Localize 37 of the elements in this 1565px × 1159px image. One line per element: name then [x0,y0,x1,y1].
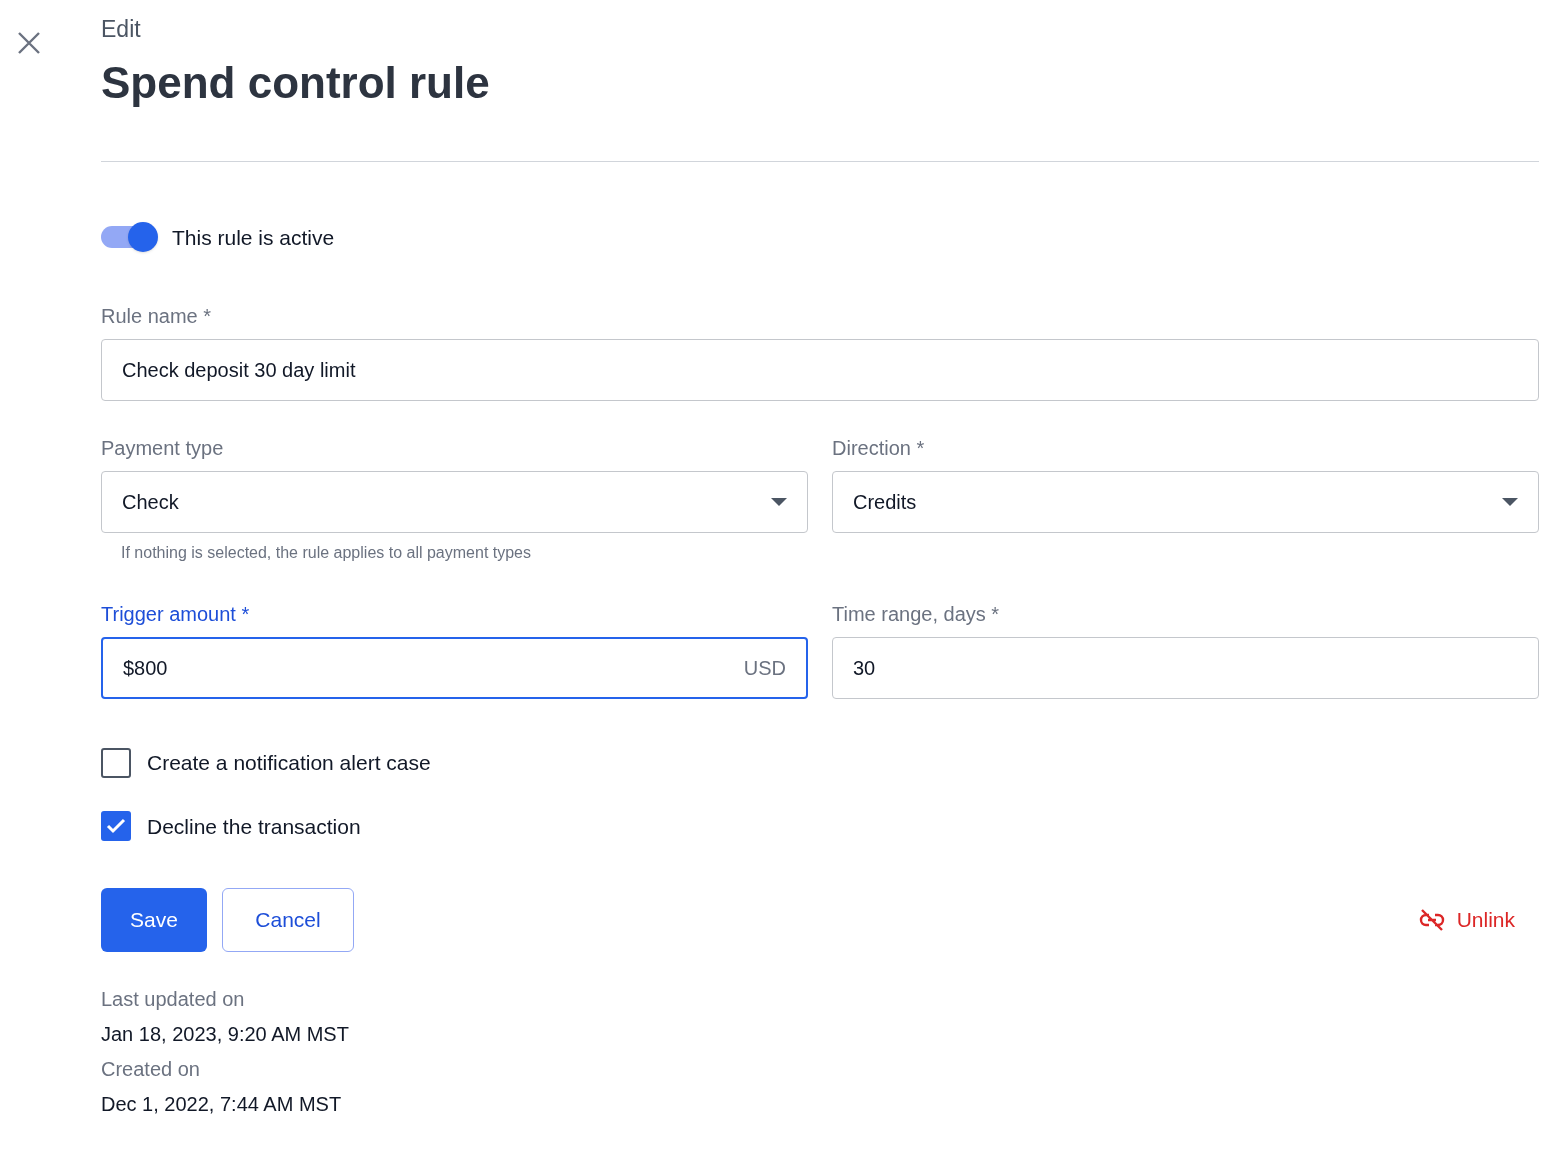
field-value: 30 [853,656,877,681]
input-field[interactable]: Check deposit 30 day limit [101,339,1539,401]
caret-icon [771,498,787,506]
meta-value: Dec 1, 2022, 7:44 AM MST [101,1092,343,1117]
field-label: Direction * [832,436,926,461]
dropdown-field[interactable]: Check [101,471,808,533]
checkbox[interactable] [101,811,131,842]
save-button[interactable]: Save [101,888,207,952]
field-label: Payment type [101,436,225,461]
field-label: Rule name * [101,304,213,329]
field-value: $800 [123,656,169,681]
selected-value: Check [122,490,180,515]
field-label: Trigger amount * [101,602,251,627]
meta-label: Last updated on [101,987,246,1012]
checkbox[interactable] [101,747,131,778]
dropdown-field[interactable]: Credits [832,471,1539,533]
checkbox-label: Create a notification alert case [147,750,431,776]
field-value: Check deposit 30 day limit [122,358,357,383]
cancel-button[interactable]: Cancel [222,888,354,952]
unlink-button[interactable]: Unlink [1418,904,1515,936]
input-field[interactable]: $800 USD [101,637,808,699]
currency-suffix: USD [743,656,786,681]
page-title: Spend control rule [101,56,491,109]
toggle-label: This rule is active [172,224,335,251]
helper-text: If nothing is selected, the rule applies to all payment types [121,543,532,563]
selected-value: Credits [853,490,918,515]
toggle-switch[interactable] [101,222,158,253]
meta-label: Created on [101,1057,201,1082]
checkmark-icon [106,818,126,835]
field-label: Time range, days * [832,602,1001,627]
broken-link-icon [1418,909,1445,931]
eyebrow-text: Edit [101,15,142,44]
close-icon [18,32,40,54]
meta-value: Jan 18, 2023, 9:20 AM MST [101,1022,350,1047]
input-field[interactable]: 30 [832,637,1539,699]
checkbox-label: Decline the transaction [147,813,361,840]
caret-icon [1502,498,1518,506]
